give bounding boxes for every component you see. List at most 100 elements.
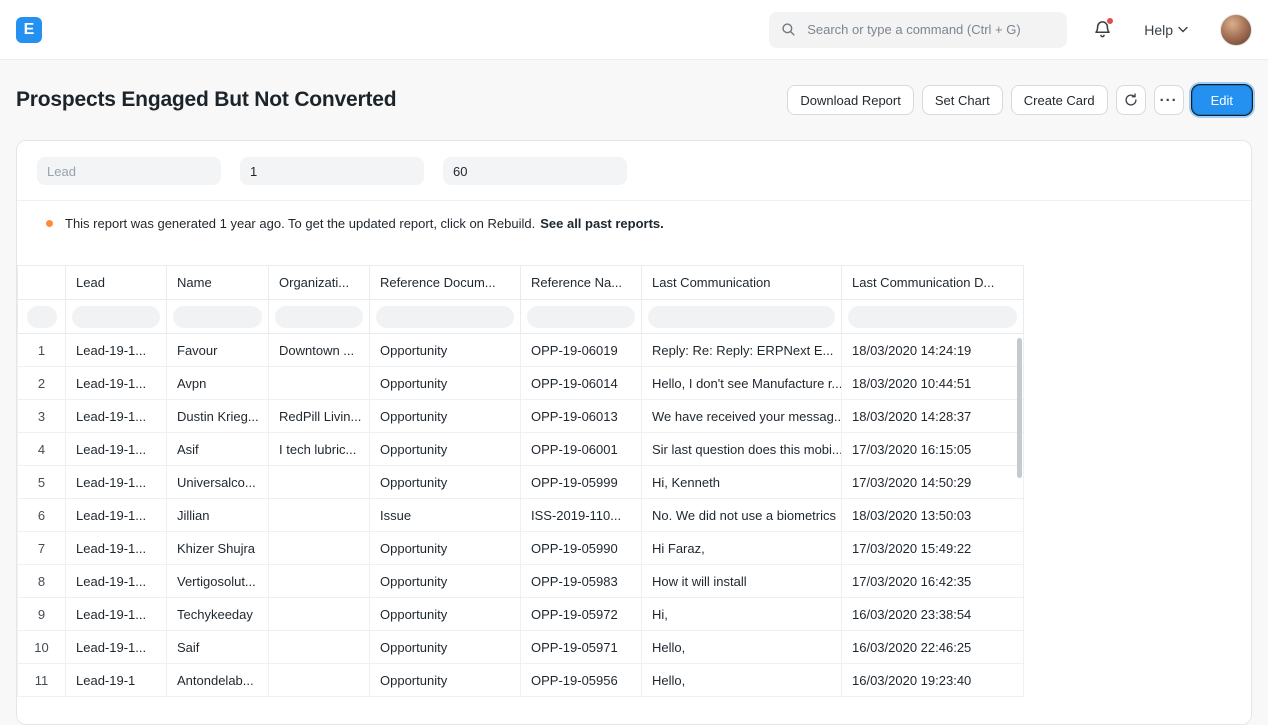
cell-reference-doctype[interactable]: Opportunity bbox=[370, 433, 521, 466]
cell-last-communication-date[interactable]: 18/03/2020 14:28:37 bbox=[842, 400, 1024, 433]
cell-reference-name[interactable]: OPP-19-05999 bbox=[521, 466, 642, 499]
cell-name[interactable]: Antondelab... bbox=[167, 664, 269, 697]
cell-reference-doctype[interactable]: Opportunity bbox=[370, 565, 521, 598]
column-header-reference-doctype[interactable]: Reference Docum... bbox=[370, 266, 521, 300]
cell-organization[interactable]: Downtown ... bbox=[269, 334, 370, 367]
table-scrollbar[interactable] bbox=[1017, 338, 1022, 478]
cell-reference-doctype[interactable]: Opportunity bbox=[370, 400, 521, 433]
cell-name[interactable]: Saif bbox=[167, 631, 269, 664]
column-filter-organization[interactable] bbox=[275, 306, 363, 328]
cell-last-communication[interactable]: Hello, I don't see Manufacture r... bbox=[642, 367, 842, 400]
cell-reference-doctype[interactable]: Opportunity bbox=[370, 367, 521, 400]
cell-name[interactable]: Avpn bbox=[167, 367, 269, 400]
cell-last-communication-date[interactable]: 17/03/2020 14:50:29 bbox=[842, 466, 1024, 499]
column-header-organization[interactable]: Organizati... bbox=[269, 266, 370, 300]
cell-name[interactable]: Universalco... bbox=[167, 466, 269, 499]
column-header-lead[interactable]: Lead bbox=[66, 266, 167, 300]
cell-name[interactable]: Asif bbox=[167, 433, 269, 466]
cell-last-communication-date[interactable]: 18/03/2020 14:24:19 bbox=[842, 334, 1024, 367]
cell-organization[interactable] bbox=[269, 664, 370, 697]
cell-last-communication-date[interactable]: 17/03/2020 15:49:22 bbox=[842, 532, 1024, 565]
cell-reference-doctype[interactable]: Opportunity bbox=[370, 631, 521, 664]
cell-last-communication[interactable]: We have received your messag... bbox=[642, 400, 842, 433]
cell-last-communication-date[interactable]: 16/03/2020 22:46:25 bbox=[842, 631, 1024, 664]
cell-name[interactable]: Dustin Krieg... bbox=[167, 400, 269, 433]
past-reports-link[interactable]: See all past reports. bbox=[540, 216, 664, 231]
cell-reference-name[interactable]: OPP-19-05972 bbox=[521, 598, 642, 631]
cell-lead[interactable]: Lead-19-1 bbox=[66, 664, 167, 697]
cell-name[interactable]: Favour bbox=[167, 334, 269, 367]
lead-filter-input[interactable] bbox=[37, 157, 221, 185]
column-header-last-communication[interactable]: Last Communication bbox=[642, 266, 842, 300]
cell-last-communication[interactable]: Hi, Kenneth bbox=[642, 466, 842, 499]
cell-last-communication-date[interactable]: 17/03/2020 16:42:35 bbox=[842, 565, 1024, 598]
cell-reference-doctype[interactable]: Opportunity bbox=[370, 532, 521, 565]
column-filter-last-communication-date[interactable] bbox=[848, 306, 1017, 328]
cell-last-communication[interactable]: No. We did not use a biometrics bbox=[642, 499, 842, 532]
cell-lead[interactable]: Lead-19-1... bbox=[66, 565, 167, 598]
cell-lead[interactable]: Lead-19-1... bbox=[66, 367, 167, 400]
cell-reference-doctype[interactable]: Opportunity bbox=[370, 334, 521, 367]
column-filter-name[interactable] bbox=[173, 306, 262, 328]
cell-reference-name[interactable]: OPP-19-05990 bbox=[521, 532, 642, 565]
create-card-button[interactable]: Create Card bbox=[1011, 85, 1108, 115]
cell-organization[interactable] bbox=[269, 631, 370, 664]
notifications-button[interactable] bbox=[1093, 20, 1112, 39]
cell-reference-name[interactable]: OPP-19-06013 bbox=[521, 400, 642, 433]
cell-last-communication[interactable]: How it will install bbox=[642, 565, 842, 598]
from-filter-input[interactable] bbox=[240, 157, 424, 185]
cell-reference-doctype[interactable]: Opportunity bbox=[370, 598, 521, 631]
cell-last-communication[interactable]: Hi, bbox=[642, 598, 842, 631]
column-header-reference-name[interactable]: Reference Na... bbox=[521, 266, 642, 300]
column-header-last-communication-date[interactable]: Last Communication D... bbox=[842, 266, 1024, 300]
cell-lead[interactable]: Lead-19-1... bbox=[66, 532, 167, 565]
cell-last-communication[interactable]: Reply: Re: Reply: ERPNext E... bbox=[642, 334, 842, 367]
cell-name[interactable]: Jillian bbox=[167, 499, 269, 532]
refresh-button[interactable] bbox=[1116, 85, 1146, 115]
cell-organization[interactable] bbox=[269, 598, 370, 631]
erpnext-logo[interactable]: E bbox=[16, 17, 42, 43]
column-filter-index[interactable] bbox=[27, 306, 57, 328]
cell-lead[interactable]: Lead-19-1... bbox=[66, 499, 167, 532]
cell-lead[interactable]: Lead-19-1... bbox=[66, 334, 167, 367]
cell-lead[interactable]: Lead-19-1... bbox=[66, 433, 167, 466]
cell-reference-name[interactable]: ISS-2019-110... bbox=[521, 499, 642, 532]
cell-name[interactable]: Techykeeday bbox=[167, 598, 269, 631]
cell-organization[interactable]: I tech lubric... bbox=[269, 433, 370, 466]
cell-reference-doctype[interactable]: Opportunity bbox=[370, 664, 521, 697]
cell-reference-name[interactable]: OPP-19-05971 bbox=[521, 631, 642, 664]
column-header-name[interactable]: Name bbox=[167, 266, 269, 300]
cell-organization[interactable] bbox=[269, 367, 370, 400]
cell-last-communication-date[interactable]: 17/03/2020 16:15:05 bbox=[842, 433, 1024, 466]
cell-reference-name[interactable]: OPP-19-06019 bbox=[521, 334, 642, 367]
column-filter-reference-name[interactable] bbox=[527, 306, 635, 328]
cell-reference-name[interactable]: OPP-19-06001 bbox=[521, 433, 642, 466]
global-search[interactable] bbox=[769, 12, 1067, 48]
cell-lead[interactable]: Lead-19-1... bbox=[66, 598, 167, 631]
cell-last-communication-date[interactable]: 16/03/2020 23:38:54 bbox=[842, 598, 1024, 631]
cell-name[interactable]: Khizer Shujra bbox=[167, 532, 269, 565]
cell-reference-name[interactable]: OPP-19-06014 bbox=[521, 367, 642, 400]
cell-lead[interactable]: Lead-19-1... bbox=[66, 466, 167, 499]
cell-reference-doctype[interactable]: Opportunity bbox=[370, 466, 521, 499]
cell-organization[interactable] bbox=[269, 466, 370, 499]
cell-reference-doctype[interactable]: Issue bbox=[370, 499, 521, 532]
cell-last-communication-date[interactable]: 16/03/2020 19:23:40 bbox=[842, 664, 1024, 697]
cell-reference-name[interactable]: OPP-19-05956 bbox=[521, 664, 642, 697]
to-filter-input[interactable] bbox=[443, 157, 627, 185]
column-filter-lead[interactable] bbox=[72, 306, 160, 328]
user-avatar[interactable] bbox=[1220, 14, 1252, 46]
column-filter-reference-doctype[interactable] bbox=[376, 306, 514, 328]
cell-last-communication-date[interactable]: 18/03/2020 13:50:03 bbox=[842, 499, 1024, 532]
cell-lead[interactable]: Lead-19-1... bbox=[66, 400, 167, 433]
cell-organization[interactable] bbox=[269, 565, 370, 598]
search-input[interactable] bbox=[805, 21, 1055, 38]
cell-last-communication[interactable]: Sir last question does this mobi... bbox=[642, 433, 842, 466]
cell-name[interactable]: Vertigosolut... bbox=[167, 565, 269, 598]
help-menu[interactable]: Help bbox=[1138, 21, 1194, 39]
column-filter-last-communication[interactable] bbox=[648, 306, 835, 328]
cell-organization[interactable] bbox=[269, 499, 370, 532]
cell-last-communication[interactable]: Hello, bbox=[642, 631, 842, 664]
set-chart-button[interactable]: Set Chart bbox=[922, 85, 1003, 115]
download-report-button[interactable]: Download Report bbox=[787, 85, 913, 115]
